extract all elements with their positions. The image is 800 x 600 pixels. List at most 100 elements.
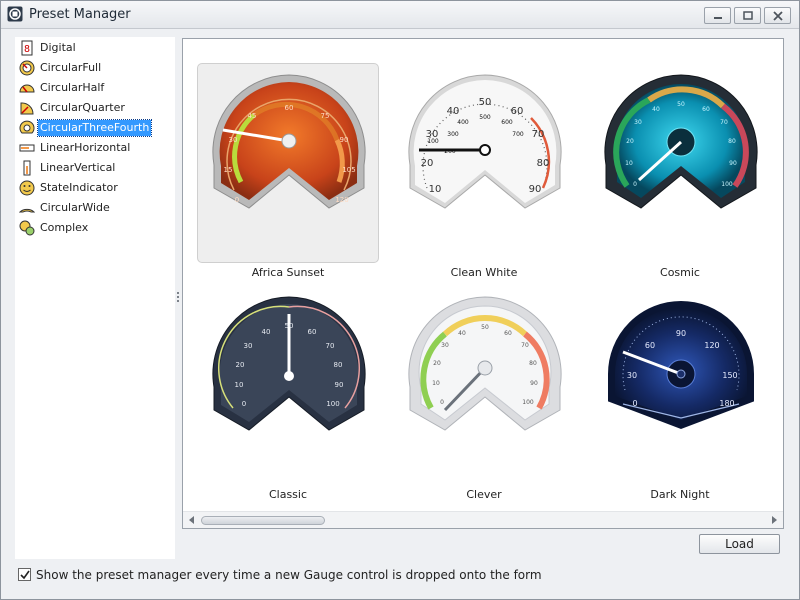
tree-item-label: CircularHalf bbox=[40, 81, 105, 94]
preset-card-cosmic[interactable]: 0 10 20 30 40 50 60 70 80 90 100 Cosmic bbox=[575, 39, 758, 279]
svg-text:70: 70 bbox=[326, 342, 335, 350]
minimize-icon bbox=[714, 17, 722, 19]
svg-text:60: 60 bbox=[285, 104, 294, 112]
svg-text:70: 70 bbox=[521, 342, 529, 349]
load-button[interactable]: Load bbox=[699, 534, 780, 554]
svg-text:40: 40 bbox=[458, 330, 466, 337]
tree-item-circular-full[interactable]: CircularFull bbox=[19, 59, 175, 77]
svg-text:60: 60 bbox=[511, 106, 524, 117]
preset-manager-window: Preset Manager 8 Digital CircularFull Ci… bbox=[0, 0, 800, 600]
preset-name: Classic bbox=[268, 488, 308, 501]
svg-text:70: 70 bbox=[720, 119, 728, 126]
svg-text:50: 50 bbox=[285, 322, 294, 330]
svg-text:8: 8 bbox=[24, 44, 30, 55]
tree-item-state-indicator[interactable]: StateIndicator bbox=[19, 179, 175, 197]
circular-three-fourth-icon bbox=[19, 120, 35, 134]
splitter[interactable] bbox=[175, 37, 181, 559]
svg-text:10: 10 bbox=[429, 184, 442, 195]
scroll-right-icon[interactable] bbox=[772, 516, 777, 524]
clever-gauge-preview: 0 10 20 30 40 50 60 70 80 90 100 bbox=[408, 296, 562, 431]
circular-wide-icon bbox=[19, 208, 35, 213]
gauge-category-tree: 8 Digital CircularFull CircularHalf Circ… bbox=[15, 37, 175, 559]
close-icon bbox=[773, 11, 783, 21]
clean-white-gauge-preview: 10 20 30 40 50 60 70 80 90 200 300 400 5… bbox=[408, 74, 562, 209]
app-icon bbox=[7, 6, 23, 22]
svg-text:80: 80 bbox=[529, 360, 537, 367]
tree-item-label: Digital bbox=[40, 41, 76, 54]
svg-text:30: 30 bbox=[229, 136, 238, 144]
tree-item-circular-three-fourth[interactable]: CircularThreeFourth bbox=[19, 119, 175, 137]
splitter-grip-icon bbox=[177, 292, 179, 304]
svg-text:200: 200 bbox=[444, 148, 456, 155]
tree-item-label: Complex bbox=[40, 221, 89, 234]
svg-text:90: 90 bbox=[529, 184, 542, 195]
svg-text:90: 90 bbox=[729, 160, 737, 167]
svg-text:10: 10 bbox=[432, 380, 440, 387]
title-bar[interactable]: Preset Manager bbox=[1, 1, 799, 29]
show-preset-manager-checkbox[interactable] bbox=[18, 568, 31, 581]
svg-text:90: 90 bbox=[335, 381, 344, 389]
preset-card-dark-night[interactable]: 0 30 60 90 120 150 180 Dark Night bbox=[575, 261, 757, 501]
svg-text:20: 20 bbox=[433, 360, 441, 367]
maximize-icon bbox=[743, 11, 753, 20]
preset-name: Clever bbox=[466, 488, 502, 501]
linear-vertical-icon bbox=[23, 160, 31, 176]
tree-item-circular-quarter[interactable]: CircularQuarter bbox=[19, 99, 175, 117]
checkmark-icon bbox=[20, 570, 30, 580]
horizontal-scrollbar[interactable] bbox=[183, 511, 783, 528]
preset-card-clean-white[interactable]: 10 20 30 40 50 60 70 80 90 200 300 400 5… bbox=[379, 39, 562, 279]
svg-text:40: 40 bbox=[262, 328, 271, 336]
clean-white-inner-scale-start: 100 bbox=[427, 138, 439, 145]
tree-item-complex[interactable]: Complex bbox=[19, 219, 175, 237]
svg-text:700: 700 bbox=[512, 131, 524, 138]
svg-text:0: 0 bbox=[242, 400, 246, 408]
svg-text:30: 30 bbox=[244, 342, 253, 350]
preset-card-classic[interactable]: 0 10 20 30 40 50 60 70 80 90 100 Classic bbox=[183, 261, 366, 501]
close-button[interactable] bbox=[764, 7, 791, 24]
state-indicator-icon bbox=[19, 180, 35, 196]
tree-item-label: CircularFull bbox=[40, 61, 102, 74]
preset-card-africa-sunset[interactable]: 0 15 30 45 60 75 90 105 120 Africa Sunse… bbox=[183, 39, 379, 279]
svg-text:75: 75 bbox=[321, 112, 330, 120]
svg-text:10: 10 bbox=[625, 160, 633, 167]
svg-text:0: 0 bbox=[632, 399, 637, 408]
svg-text:60: 60 bbox=[308, 328, 317, 336]
svg-text:10: 10 bbox=[235, 381, 244, 389]
svg-text:400: 400 bbox=[457, 119, 469, 126]
svg-text:45: 45 bbox=[248, 112, 257, 120]
scroll-left-icon[interactable] bbox=[189, 516, 194, 524]
circular-quarter-icon bbox=[20, 102, 34, 115]
tree-item-digital[interactable]: 8 Digital bbox=[19, 39, 175, 57]
svg-text:105: 105 bbox=[342, 166, 355, 174]
svg-text:15: 15 bbox=[224, 166, 233, 174]
svg-text:30: 30 bbox=[441, 342, 449, 349]
svg-text:40: 40 bbox=[652, 106, 660, 113]
svg-text:0: 0 bbox=[633, 181, 637, 188]
tree-item-circular-half[interactable]: CircularHalf bbox=[19, 79, 175, 97]
cosmic-gauge-preview: 0 10 20 30 40 50 60 70 80 90 100 bbox=[604, 74, 758, 209]
tree-item-label: LinearHorizontal bbox=[40, 141, 131, 154]
svg-text:30: 30 bbox=[634, 119, 642, 126]
tree-item-circular-wide[interactable]: CircularWide bbox=[19, 199, 175, 217]
maximize-button[interactable] bbox=[734, 7, 761, 24]
tree-item-linear-horizontal[interactable]: LinearHorizontal bbox=[19, 139, 175, 157]
svg-text:100: 100 bbox=[522, 399, 534, 406]
svg-text:100: 100 bbox=[721, 181, 733, 188]
classic-gauge-preview: 0 10 20 30 40 50 60 70 80 90 100 bbox=[212, 296, 366, 431]
scroll-thumb[interactable] bbox=[201, 516, 325, 525]
tree-item-label: CircularQuarter bbox=[40, 101, 125, 114]
minimize-button[interactable] bbox=[704, 7, 731, 24]
svg-text:600: 600 bbox=[501, 119, 513, 126]
svg-text:50: 50 bbox=[479, 97, 492, 108]
svg-text:60: 60 bbox=[504, 330, 512, 337]
dark-night-gauge-preview: 0 30 60 90 120 150 180 bbox=[606, 298, 756, 432]
svg-text:70: 70 bbox=[532, 129, 545, 140]
tree-item-label: CircularWide bbox=[40, 201, 110, 214]
tree-item-linear-vertical[interactable]: LinearVertical bbox=[19, 159, 175, 177]
svg-text:500: 500 bbox=[479, 114, 491, 121]
svg-text:90: 90 bbox=[340, 136, 349, 144]
svg-text:30: 30 bbox=[627, 371, 637, 380]
svg-text:180: 180 bbox=[719, 399, 734, 408]
preset-card-clever[interactable]: 0 10 20 30 40 50 60 70 80 90 100 Clever bbox=[379, 261, 562, 501]
window-title: Preset Manager bbox=[29, 7, 131, 22]
